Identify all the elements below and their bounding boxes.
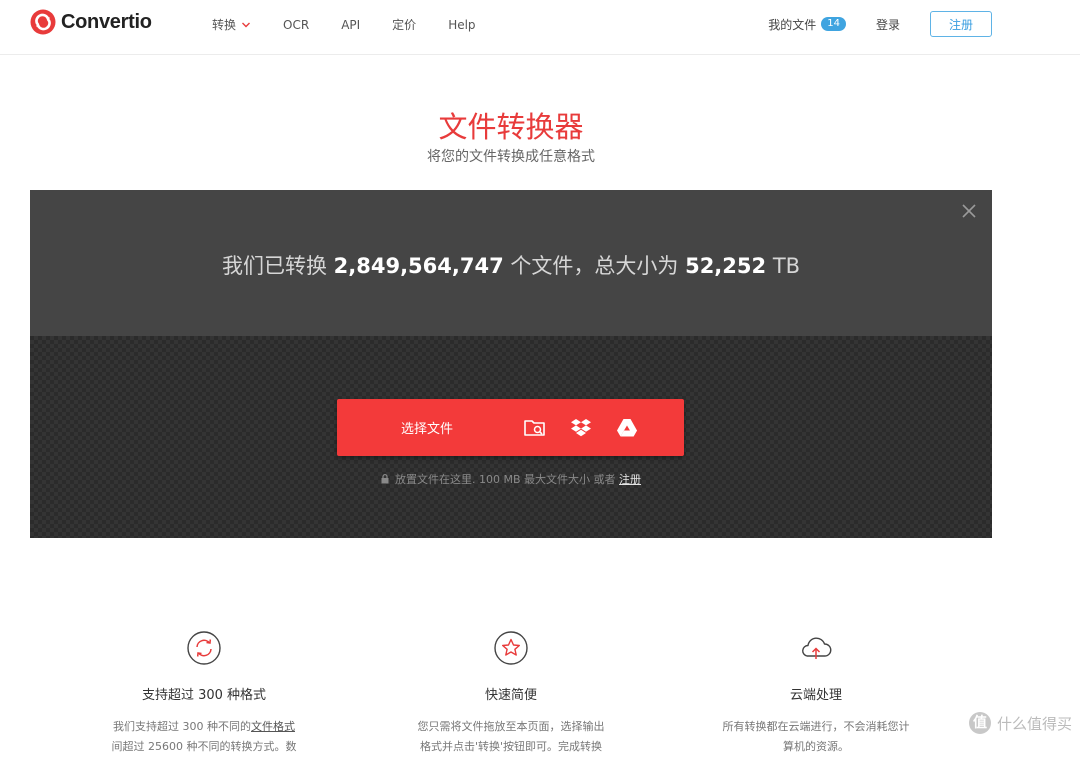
from-computer-button[interactable] xyxy=(517,410,553,446)
nav-help-label: Help xyxy=(448,17,476,32)
feature-easy-desc-b: 格式并点击'转换'按钮即可。完成转换 xyxy=(419,740,603,753)
feature-formats-desc-a: 我们支持超过 300 种不同的 xyxy=(113,720,251,733)
choose-files-button[interactable]: 选择文件 xyxy=(337,418,517,437)
main-nav: 转换 OCR API 定价 Help xyxy=(212,16,508,33)
watermark-logo: 值 xyxy=(968,712,991,734)
folder-search-icon xyxy=(524,419,545,436)
chevron-down-icon xyxy=(242,22,251,27)
cloud-upload-icon xyxy=(802,637,832,659)
stats-prefix: 我们已转换 xyxy=(221,254,327,278)
nav-api[interactable]: API xyxy=(341,16,360,33)
upload-panel[interactable]: 我们已转换 2,849,564,747 个文件，总大小为 52,252 TB 选… xyxy=(30,190,992,538)
from-google-drive-button[interactable] xyxy=(609,410,645,446)
lock-icon xyxy=(381,474,389,484)
page-subtitle: 将您的文件转换成任意格式 xyxy=(427,149,595,165)
nav-api-label: API xyxy=(341,17,361,32)
conversion-stats: 我们已转换 2,849,564,747 个文件，总大小为 52,252 TB xyxy=(30,250,992,280)
upload-button-group: 选择文件 xyxy=(337,399,684,456)
feature-formats-desc: 我们支持超过 300 种不同的文件格式 间超过 25600 种不同的转换方式。数 xyxy=(54,717,354,757)
nav-help[interactable]: Help xyxy=(448,16,475,33)
nav-convert-label: 转换 xyxy=(212,18,237,32)
stats-unit: TB xyxy=(772,254,801,278)
logo[interactable]: Convertio xyxy=(30,9,152,35)
my-files-link[interactable]: 我的文件 14 xyxy=(768,16,846,33)
files-count-badge: 14 xyxy=(821,17,846,31)
my-files-label: 我的文件 xyxy=(768,17,817,32)
feature-cloud-desc-b: 算机的资源。 xyxy=(783,740,849,753)
feature-formats-title: 支持超过 300 种格式 xyxy=(141,688,267,703)
feature-cloud: 云端处理 所有转换都在云端进行，不会消耗您计 算机的资源。 xyxy=(666,630,966,757)
sync-icon xyxy=(187,631,221,665)
header-actions: 我的文件 14 登录 注册 xyxy=(768,11,992,37)
feature-easy-desc-a: 您只需将文件拖放至本页面，选择输出 xyxy=(417,720,605,733)
login-link[interactable]: 登录 xyxy=(876,16,900,33)
from-dropbox-button[interactable] xyxy=(563,410,599,446)
star-icon xyxy=(494,631,528,665)
dropbox-icon xyxy=(571,418,591,436)
nav-pricing[interactable]: 定价 xyxy=(392,16,416,33)
feature-cloud-desc: 所有转换都在云端进行，不会消耗您计 算机的资源。 xyxy=(666,717,966,757)
nav-ocr[interactable]: OCR xyxy=(283,16,309,33)
site-header: Convertio 转换 OCR API 定价 Help 我的文件 14 登录 … xyxy=(0,0,1080,55)
nav-pricing-label: 定价 xyxy=(392,18,417,32)
feature-easy-title: 快速简便 xyxy=(484,688,537,703)
logo-text: Convertio xyxy=(61,10,152,33)
nav-convert[interactable]: 转换 xyxy=(212,16,251,33)
google-drive-icon xyxy=(617,418,637,436)
watermark-text: 什么值得买 xyxy=(996,714,1072,733)
stats-total-size: 52,252 xyxy=(685,254,767,278)
feature-easy: 快速简便 您只需将文件拖放至本页面，选择输出 格式并点击'转换'按钮即可。完成转… xyxy=(361,630,661,757)
feature-easy-desc: 您只需将文件拖放至本页面，选择输出 格式并点击'转换'按钮即可。完成转换 xyxy=(361,717,661,757)
page-title: 文件转换器 xyxy=(438,110,584,144)
feature-cloud-desc-a: 所有转换都在云端进行，不会消耗您计 xyxy=(722,720,910,733)
close-icon[interactable] xyxy=(960,202,978,220)
watermark: 值 什么值得买 xyxy=(968,712,1072,734)
drop-hint: 放置文件在这里. 100 MB 最大文件大小 或者 注册 xyxy=(30,471,992,487)
stats-mid: 个文件，总大小为 xyxy=(510,254,679,278)
file-formats-link[interactable]: 文件格式 xyxy=(251,720,295,733)
register-button[interactable]: 注册 xyxy=(930,11,992,37)
feature-cloud-title: 云端处理 xyxy=(789,688,842,703)
feature-formats: 支持超过 300 种格式 我们支持超过 300 种不同的文件格式 间超过 256… xyxy=(54,630,354,757)
drop-hint-text: 放置文件在这里. 100 MB 最大文件大小 或者 xyxy=(394,473,616,486)
nav-ocr-label: OCR xyxy=(283,17,310,32)
feature-formats-desc-b: 间超过 25600 种不同的转换方式。数 xyxy=(111,740,297,753)
convertio-logo-icon xyxy=(30,9,56,35)
register-link[interactable]: 注册 xyxy=(619,473,641,486)
stats-files-count: 2,849,564,747 xyxy=(333,254,504,278)
